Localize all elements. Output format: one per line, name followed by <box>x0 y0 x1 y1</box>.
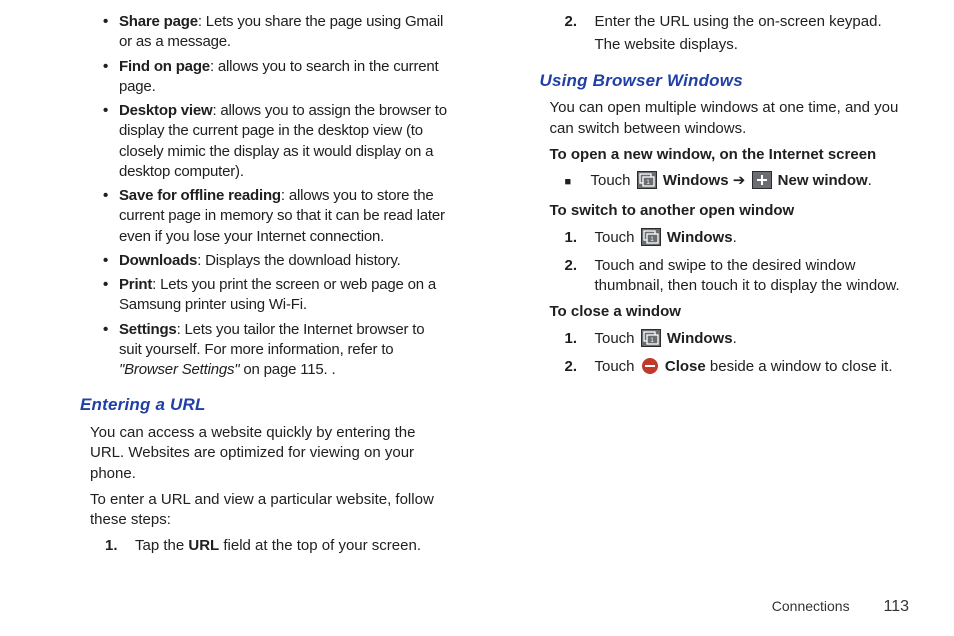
bullet-term: Downloads <box>119 252 197 269</box>
period: . <box>733 229 737 246</box>
bullet-term: Find on page <box>119 58 210 75</box>
bullet-settings: • Settings: Lets you tailor the Internet… <box>103 320 450 381</box>
step-number: 2. <box>565 357 595 381</box>
text-close: Close <box>665 358 706 375</box>
close-step-2: 2. Touch Close beside a window to close … <box>565 357 910 381</box>
bullet-term: Print <box>119 276 152 293</box>
square-bullet-icon: ■ <box>565 171 591 195</box>
text-bold: URL <box>188 537 219 554</box>
step-number: 2. <box>565 12 595 32</box>
step-text: Tap the URL field at the top of your scr… <box>135 536 450 556</box>
switch-step-2: 2. Touch and swipe to the desired window… <box>565 256 910 297</box>
bullet-term: Settings <box>119 321 177 338</box>
windows-icon: 1 <box>637 171 657 195</box>
switch-step-1: 1. Touch 1 Windows. <box>565 228 910 252</box>
step-text: Touch and swipe to the desired window th… <box>595 256 910 297</box>
heading-entering-url: Entering a URL <box>80 394 450 417</box>
text-b: field at the top of your screen. <box>219 537 421 554</box>
period: . <box>733 330 737 347</box>
step-text: Enter the URL using the on-screen keypad… <box>595 12 910 32</box>
bullet-term: Share page <box>119 13 198 30</box>
text-touch: Touch <box>591 172 635 189</box>
bullet-marker: • <box>103 186 119 247</box>
text-windows: Windows <box>667 330 733 347</box>
bullet-text: Settings: Lets you tailor the Internet b… <box>119 320 450 381</box>
bullet-save-offline: • Save for offline reading: allows you t… <box>103 186 450 247</box>
bullet-marker: • <box>103 101 119 182</box>
subhead-switch-window: To switch to another open window <box>550 201 910 221</box>
bullet-text: Find on page: allows you to search in th… <box>119 57 450 98</box>
bullet-desc: : Lets you print the screen or web page … <box>119 276 436 313</box>
step-number: 2. <box>565 256 595 297</box>
step-1: 1. Tap the URL field at the top of your … <box>105 536 450 556</box>
chapter-name: Connections <box>772 598 850 614</box>
bullet-desktop-view: • Desktop view: allows you to assign the… <box>103 101 450 182</box>
para-entering-2: To enter a URL and view a particular web… <box>90 490 450 531</box>
text-a: Tap the <box>135 537 188 554</box>
text-rest: beside a window to close it. <box>706 358 893 375</box>
heading-using-windows: Using Browser Windows <box>540 70 910 93</box>
step-text: Touch 1 Windows. <box>595 329 910 353</box>
step-number: 1. <box>565 228 595 252</box>
bullet-text: Print: Lets you print the screen or web … <box>119 275 450 316</box>
step-text: Touch Close beside a window to close it. <box>595 357 910 381</box>
bullet-marker: • <box>103 251 119 271</box>
windows-icon: 1 <box>641 329 661 353</box>
text-new-window: New window <box>778 172 868 189</box>
bullet-print: • Print: Lets you print the screen or we… <box>103 275 450 316</box>
columns: • Share page: Lets you share the page us… <box>45 8 909 560</box>
bullet-downloads: • Downloads: Displays the download histo… <box>103 251 450 271</box>
bullet-desc: : Displays the download history. <box>197 252 400 269</box>
plus-icon <box>752 171 772 195</box>
step-text: Touch 1 Windows ➔ New window. <box>591 171 910 195</box>
text-touch: Touch <box>595 330 639 347</box>
left-column: • Share page: Lets you share the page us… <box>45 8 450 560</box>
close-step-1: 1. Touch 1 Windows. <box>565 329 910 353</box>
bullet-marker: • <box>103 57 119 98</box>
bullet-link: "Browser Settings" <box>119 361 239 378</box>
bullet-marker: • <box>103 12 119 53</box>
arrow-icon: ➔ <box>733 172 750 189</box>
close-circle-icon <box>641 357 659 381</box>
text-touch: Touch <box>595 358 639 375</box>
bullet-desc-b: on page 115. . <box>239 361 335 378</box>
step-2: 2. Enter the URL using the on-screen key… <box>565 12 910 32</box>
bullet-term: Save for offline reading <box>119 187 281 204</box>
para-using-1: You can open multiple windows at one tim… <box>550 98 910 139</box>
open-window-step: ■ Touch 1 Windows ➔ New window. <box>565 171 910 195</box>
right-column: 2. Enter the URL using the on-screen key… <box>505 8 910 560</box>
step-text: Touch 1 Windows. <box>595 228 910 252</box>
subhead-close-window: To close a window <box>550 302 910 322</box>
bullet-text: Save for offline reading: allows you to … <box>119 186 450 247</box>
bullet-text: Share page: Lets you share the page usin… <box>119 12 450 53</box>
text-touch: Touch <box>595 229 639 246</box>
step-number: 1. <box>565 329 595 353</box>
bullet-term: Desktop view <box>119 102 212 119</box>
page-footer: Connections 113 <box>772 596 909 618</box>
step-2-continue: The website displays. <box>595 35 910 55</box>
para-entering-1: You can access a website quickly by ente… <box>90 423 450 484</box>
bullet-marker: • <box>103 275 119 316</box>
windows-icon: 1 <box>641 228 661 252</box>
page: • Share page: Lets you share the page us… <box>0 0 954 636</box>
step-number: 1. <box>105 536 135 556</box>
page-number: 113 <box>883 598 909 615</box>
bullet-text: Desktop view: allows you to assign the b… <box>119 101 450 182</box>
bullet-share-page: • Share page: Lets you share the page us… <box>103 12 450 53</box>
subhead-open-window: To open a new window, on the Internet sc… <box>550 145 910 165</box>
text-windows: Windows <box>667 229 733 246</box>
text-windows: Windows <box>663 172 729 189</box>
bullet-text: Downloads: Displays the download history… <box>119 251 450 271</box>
period: . <box>868 172 872 189</box>
bullet-marker: • <box>103 320 119 381</box>
bullet-find-on-page: • Find on page: allows you to search in … <box>103 57 450 98</box>
